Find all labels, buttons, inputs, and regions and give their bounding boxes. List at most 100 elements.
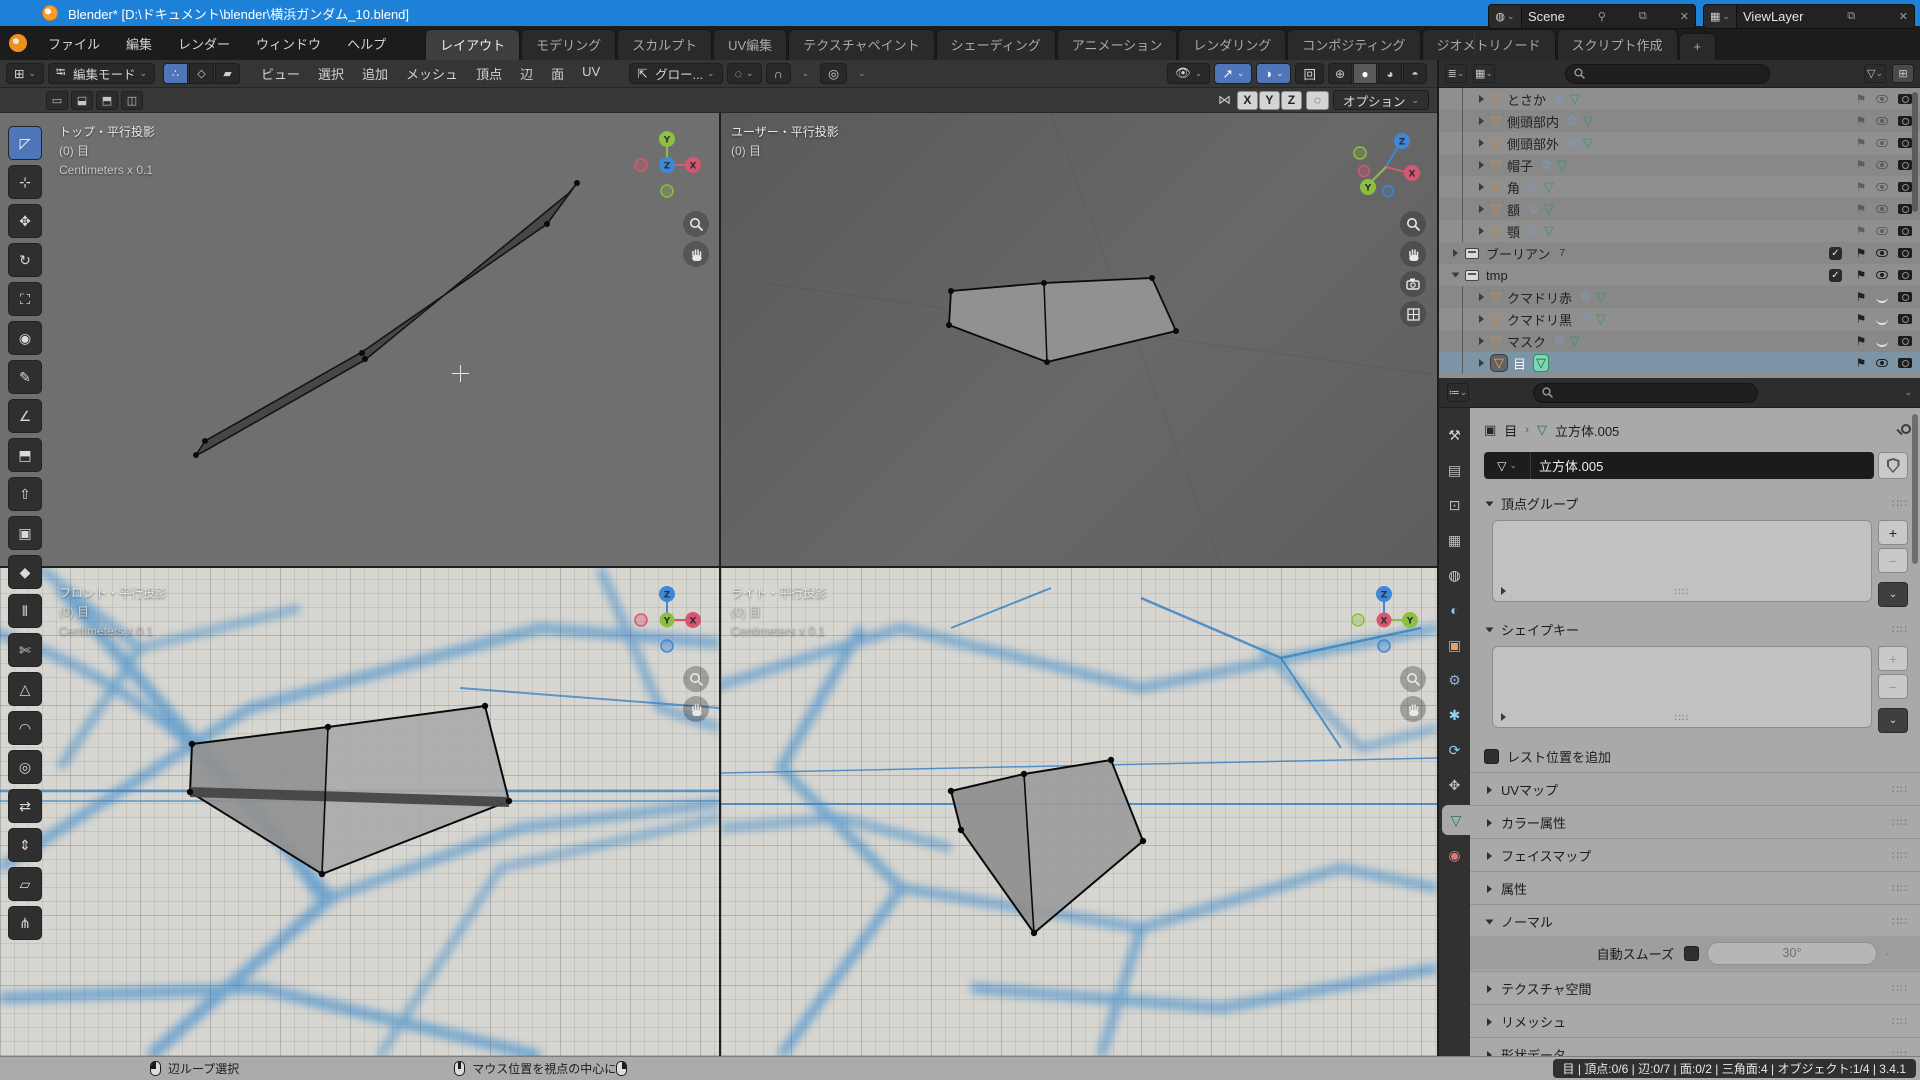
tool-add-cube[interactable]: ⬒ (8, 438, 42, 472)
tab-tool[interactable]: ⚒ (1439, 420, 1470, 450)
render-visibility-camera-icon[interactable] (1898, 204, 1912, 214)
drag-dots-icon[interactable]: ∷∷ (1892, 982, 1908, 995)
pin-icon[interactable] (1894, 423, 1908, 437)
expand-arrow-icon[interactable] (1479, 227, 1484, 235)
vertex-group-specials-button[interactable]: ⌄ (1878, 582, 1908, 607)
select-mode-extend-icon[interactable]: ⬓ (71, 91, 93, 110)
tool-extrude[interactable]: ⇧ (8, 477, 42, 511)
pan-hand-icon[interactable] (1400, 696, 1426, 722)
tab-particles[interactable]: ✱ (1439, 700, 1470, 730)
drag-dots-icon[interactable]: ∷∷ (1892, 816, 1908, 829)
workspace-tab[interactable]: コンポジティング (1287, 29, 1420, 60)
tool-inset-faces[interactable]: ▣ (8, 516, 42, 550)
outliner-row[interactable]: ▽ クマドリ黒 ⚙ ▽ ⚑ (1439, 308, 1920, 330)
snap-options-button[interactable]: ⌄ (795, 63, 817, 84)
viewport-right[interactable]: ライト・平行投影 (0) 目 Centimeters x 0.1 Z Y X (721, 568, 1437, 1056)
fake-user-shield-button[interactable] (1878, 452, 1908, 479)
workspace-tab[interactable]: ジオメトリノード (1422, 29, 1556, 60)
visibility-eye-icon[interactable] (1876, 203, 1888, 215)
section-remesh[interactable]: リメッシュ∷∷ (1484, 1007, 1908, 1036)
viewport-menu-item[interactable]: 選択 (309, 60, 353, 87)
viewlayer-icon[interactable]: ▦⌄ (1703, 4, 1737, 29)
tool-knife[interactable]: ✄ (8, 633, 42, 667)
expand-arrow-icon[interactable] (1479, 205, 1484, 213)
render-visibility-camera-icon[interactable] (1898, 226, 1912, 236)
selectability-flag-icon[interactable]: ⚑ (1852, 246, 1870, 260)
viewport-top[interactable]: トップ・平行投影 (0) 目 Centimeters x 0.1 Y X Z (0, 113, 719, 566)
mode-selector[interactable]: ⭾ 編集モード⌄ (48, 63, 155, 84)
axis-gizmo[interactable]: Z X Y (629, 582, 705, 658)
viewlayer-name[interactable]: ViewLayer (1743, 9, 1803, 24)
expand-arrow-icon[interactable] (1479, 293, 1484, 301)
drag-dots-icon[interactable]: ∷∷ (1892, 497, 1908, 510)
visibility-eye-icon[interactable] (1876, 225, 1888, 237)
outliner-scrollbar[interactable] (1912, 92, 1918, 212)
menu-item[interactable]: レンダー (165, 30, 243, 57)
pan-hand-icon[interactable] (1400, 241, 1426, 267)
selectability-flag-icon[interactable]: ⚑ (1852, 92, 1870, 106)
xray-toggle-button[interactable]: 回 (1295, 63, 1324, 84)
outliner-row[interactable]: ▽ tmp ⚙ ▽ ✓ ⚑ (1439, 264, 1920, 286)
tool-cursor[interactable]: ⊹ (8, 165, 42, 199)
grid-toggle-icon[interactable] (1400, 301, 1426, 327)
render-visibility-camera-icon[interactable] (1898, 94, 1912, 104)
breadcrumb-data[interactable]: 立方体.005 (1555, 421, 1619, 440)
tab-object-data[interactable]: ▽ (1442, 805, 1470, 835)
shape-keys-list[interactable]: ∷∷ (1492, 646, 1872, 728)
auto-smooth-checkbox[interactable] (1684, 946, 1699, 961)
section-shape-keys[interactable]: シェイプキー ∷∷ (1484, 615, 1908, 644)
visibility-eye-icon[interactable] (1876, 181, 1888, 193)
tool-poly-build[interactable]: △ (8, 672, 42, 706)
axis-gizmo[interactable]: Y X Z (629, 127, 705, 203)
tool-rip-region[interactable]: ⋔ (8, 906, 42, 940)
collection-checkbox[interactable]: ✓ (1829, 269, 1842, 282)
visibility-eye-icon[interactable] (1876, 159, 1888, 171)
transform-orientation-button[interactable]: ⇱ グロー...⌄ (629, 63, 722, 84)
unlink-icon[interactable]: ✕ (1899, 10, 1908, 23)
visibility-eye-icon[interactable] (1876, 335, 1888, 347)
list-resize-grip[interactable]: ∷∷ (1675, 587, 1690, 598)
editor-type-icon[interactable]: ≣⌄ (1445, 64, 1467, 83)
select-mode-subtract-icon[interactable]: ⬒ (96, 91, 118, 110)
visibility-eye-icon[interactable] (1876, 137, 1888, 149)
scene-name[interactable]: Scene (1528, 9, 1565, 24)
render-visibility-camera-icon[interactable] (1898, 358, 1912, 368)
section-color-attributes[interactable]: カラー属性∷∷ (1484, 808, 1908, 837)
section-face-maps[interactable]: フェイスマップ∷∷ (1484, 841, 1908, 870)
selectability-flag-icon[interactable]: ⚑ (1852, 356, 1870, 370)
selectability-flag-icon[interactable]: ⚑ (1852, 290, 1870, 304)
tool-rotate[interactable]: ↻ (8, 243, 42, 277)
unlink-icon[interactable]: ✕ (1680, 10, 1689, 23)
properties-scrollbar[interactable] (1912, 414, 1918, 564)
tool-shear[interactable]: ▱ (8, 867, 42, 901)
overlays-button[interactable]: ◑⌄ (1256, 63, 1291, 84)
outliner-row[interactable]: ▽ 角 ⚙ ▽ ⚑ (1439, 176, 1920, 198)
expand-arrow-icon[interactable] (1479, 139, 1484, 147)
selectability-flag-icon[interactable]: ⚑ (1852, 114, 1870, 128)
tab-scene[interactable]: ◍ (1439, 560, 1470, 590)
outliner-search-input[interactable] (1565, 64, 1770, 84)
viewlayer-selector[interactable]: ▦⌄ ViewLayer ⧉ ✕ (1703, 4, 1915, 29)
tab-modifiers[interactable]: ⚙ (1439, 665, 1470, 695)
tool-annotate[interactable]: ✎ (8, 360, 42, 394)
properties-options-icon[interactable]: ⌄ (1904, 387, 1912, 398)
menu-item[interactable]: ウィンドウ (243, 30, 334, 57)
tab-world[interactable]: ◐ (1439, 595, 1470, 625)
material-shading-button[interactable]: ◕ (1378, 63, 1402, 84)
workspace-tab[interactable]: シェーディング (936, 29, 1056, 60)
tool-measure[interactable]: ∠ (8, 399, 42, 433)
tab-render[interactable]: ▤ (1439, 455, 1470, 485)
visibility-eye-icon[interactable] (1876, 115, 1888, 127)
mirror-y-button[interactable]: Y (1259, 91, 1280, 110)
rest-position-checkbox[interactable] (1484, 749, 1499, 764)
render-visibility-camera-icon[interactable] (1898, 116, 1912, 126)
visibility-eye-icon[interactable] (1876, 313, 1888, 325)
tool-spin[interactable]: ◠ (8, 711, 42, 745)
datablock-name-input[interactable]: 立方体.005 (1530, 452, 1874, 479)
tool-scale[interactable]: ⛶ (8, 282, 42, 316)
drag-dots-icon[interactable]: ∷∷ (1892, 849, 1908, 862)
editor-type-icon[interactable]: ≔⌄ (1447, 383, 1469, 402)
viewport-menu-item[interactable]: メッシュ (397, 60, 467, 87)
drag-dots-icon[interactable]: ∷∷ (1892, 1015, 1908, 1028)
render-visibility-camera-icon[interactable] (1898, 138, 1912, 148)
